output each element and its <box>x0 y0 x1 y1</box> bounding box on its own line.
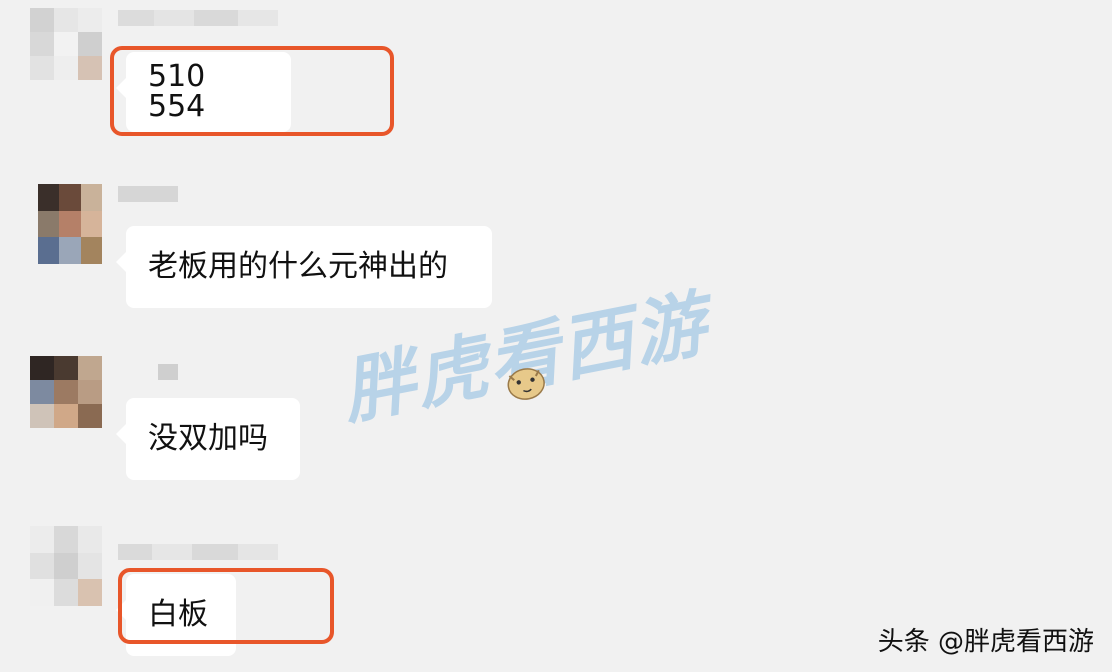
message-text: 白板 <box>148 597 208 632</box>
message-text: 老板用的什么元神出的 <box>148 249 448 284</box>
message-text: 510 554 <box>148 59 206 124</box>
message-bubble[interactable]: 老板用的什么元神出的 <box>116 226 492 308</box>
sender-name-blurred <box>118 186 178 202</box>
chat-area[interactable]: 510 554 老板用的什么元神出的 没双加吗 白板 胖虎看西游 头条 @胖虎看… <box>0 0 1112 672</box>
sender-name-blurred <box>118 10 278 26</box>
avatar[interactable] <box>38 184 102 264</box>
message-text: 没双加吗 <box>148 421 268 456</box>
message-bubble[interactable]: 510 554 <box>116 52 291 132</box>
message-bubble[interactable]: 白板 <box>116 574 236 656</box>
sender-name-blurred <box>158 364 178 380</box>
avatar[interactable] <box>30 526 102 606</box>
sender-name-blurred <box>118 544 278 560</box>
message-bubble[interactable]: 没双加吗 <box>116 398 300 480</box>
footer-credit: 头条 @胖虎看西游 <box>877 627 1094 657</box>
avatar[interactable] <box>30 8 102 80</box>
avatar[interactable] <box>30 356 102 428</box>
